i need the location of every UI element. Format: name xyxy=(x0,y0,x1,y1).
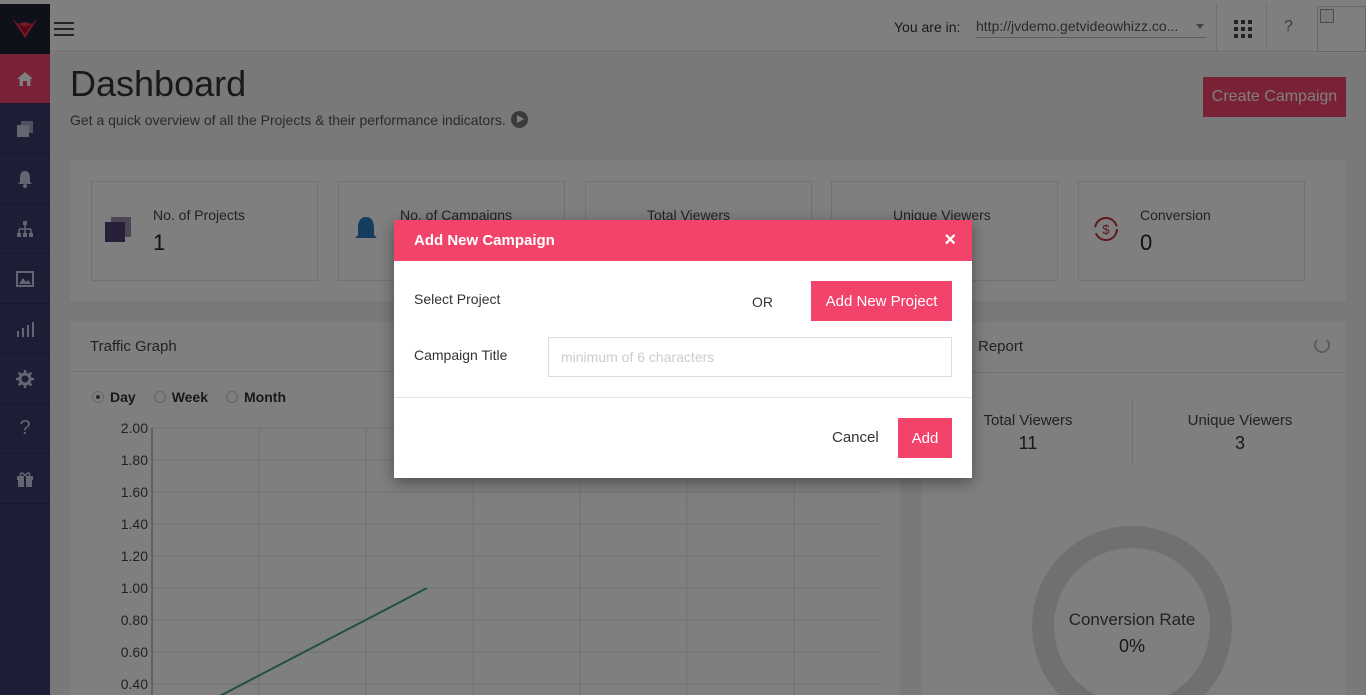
modal-divider xyxy=(394,397,972,398)
add-button[interactable]: Add xyxy=(898,418,952,458)
modal-title: Add New Campaign xyxy=(414,232,555,249)
cancel-button[interactable]: Cancel xyxy=(832,429,879,446)
campaign-title-label: Campaign Title xyxy=(414,347,508,363)
modal-header: Add New Campaign × xyxy=(394,220,972,261)
add-campaign-modal: Add New Campaign × Select Project OR Add… xyxy=(394,220,972,478)
or-label: OR xyxy=(752,294,773,310)
close-icon[interactable]: × xyxy=(944,229,956,252)
campaign-title-input[interactable] xyxy=(548,337,952,377)
add-new-project-button[interactable]: Add New Project xyxy=(811,281,952,321)
select-project-label: Select Project xyxy=(414,291,501,307)
